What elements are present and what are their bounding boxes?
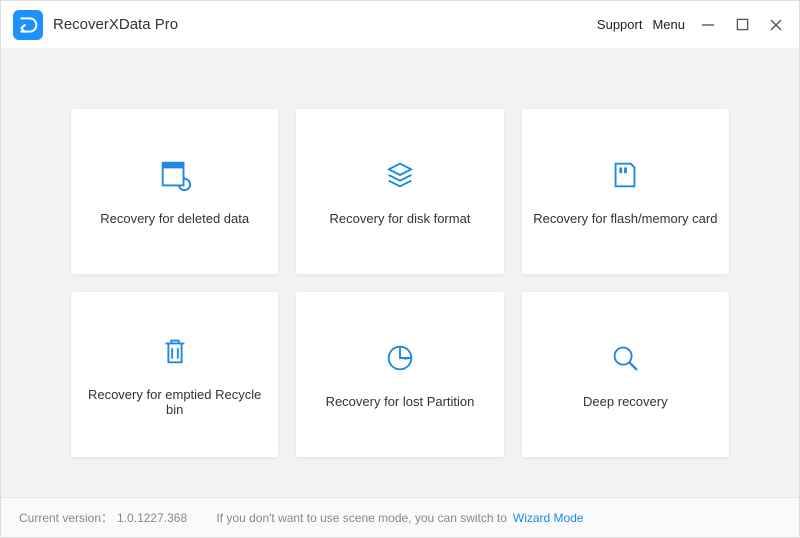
minimize-button[interactable] — [699, 16, 717, 34]
app-logo — [13, 10, 43, 40]
disk-format-icon — [382, 157, 418, 193]
card-label: Recovery for emptied Recycle bin — [81, 387, 268, 417]
footer: Current version： 1.0.1227.368 If you don… — [1, 497, 799, 537]
version-label: Current version： — [19, 509, 113, 526]
deleted-data-icon — [157, 157, 193, 193]
titlebar-links: Support Menu — [597, 17, 685, 32]
logo-icon — [18, 15, 38, 35]
card-deleted-data[interactable]: Recovery for deleted data — [71, 109, 278, 274]
mode-hint: If you don't want to use scene mode, you… — [216, 511, 506, 525]
card-lost-partition[interactable]: Recovery for lost Partition — [296, 292, 503, 457]
support-link[interactable]: Support — [597, 17, 643, 32]
card-label: Recovery for deleted data — [100, 211, 249, 226]
app-window: RecoverXData Pro Support Menu — [0, 0, 800, 538]
window-controls — [699, 16, 785, 34]
card-label: Recovery for lost Partition — [326, 394, 475, 409]
titlebar: RecoverXData Pro Support Menu — [1, 1, 799, 49]
version-value: 1.0.1227.368 — [117, 511, 187, 525]
app-title: RecoverXData Pro — [53, 16, 178, 33]
wizard-mode-link[interactable]: Wizard Mode — [513, 511, 584, 525]
footer-center: If you don't want to use scene mode, you… — [216, 511, 583, 525]
card-flash-memory[interactable]: Recovery for flash/memory card — [522, 109, 729, 274]
maximize-button[interactable] — [733, 16, 751, 34]
flash-memory-icon — [607, 157, 643, 193]
card-label: Recovery for disk format — [330, 211, 471, 226]
recovery-mode-grid: Recovery for deleted data Recovery for d… — [71, 109, 729, 457]
card-label: Deep recovery — [583, 394, 668, 409]
close-icon — [769, 18, 783, 32]
deep-recovery-icon — [607, 340, 643, 376]
card-recycle-bin[interactable]: Recovery for emptied Recycle bin — [71, 292, 278, 457]
menu-link[interactable]: Menu — [652, 17, 685, 32]
recycle-bin-icon — [157, 333, 193, 369]
close-button[interactable] — [767, 16, 785, 34]
lost-partition-icon — [382, 340, 418, 376]
card-disk-format[interactable]: Recovery for disk format — [296, 109, 503, 274]
card-deep-recovery[interactable]: Deep recovery — [522, 292, 729, 457]
maximize-icon — [736, 18, 749, 31]
card-label: Recovery for flash/memory card — [533, 211, 717, 226]
minimize-icon — [701, 18, 715, 32]
content-area: Recovery for deleted data Recovery for d… — [1, 49, 799, 497]
